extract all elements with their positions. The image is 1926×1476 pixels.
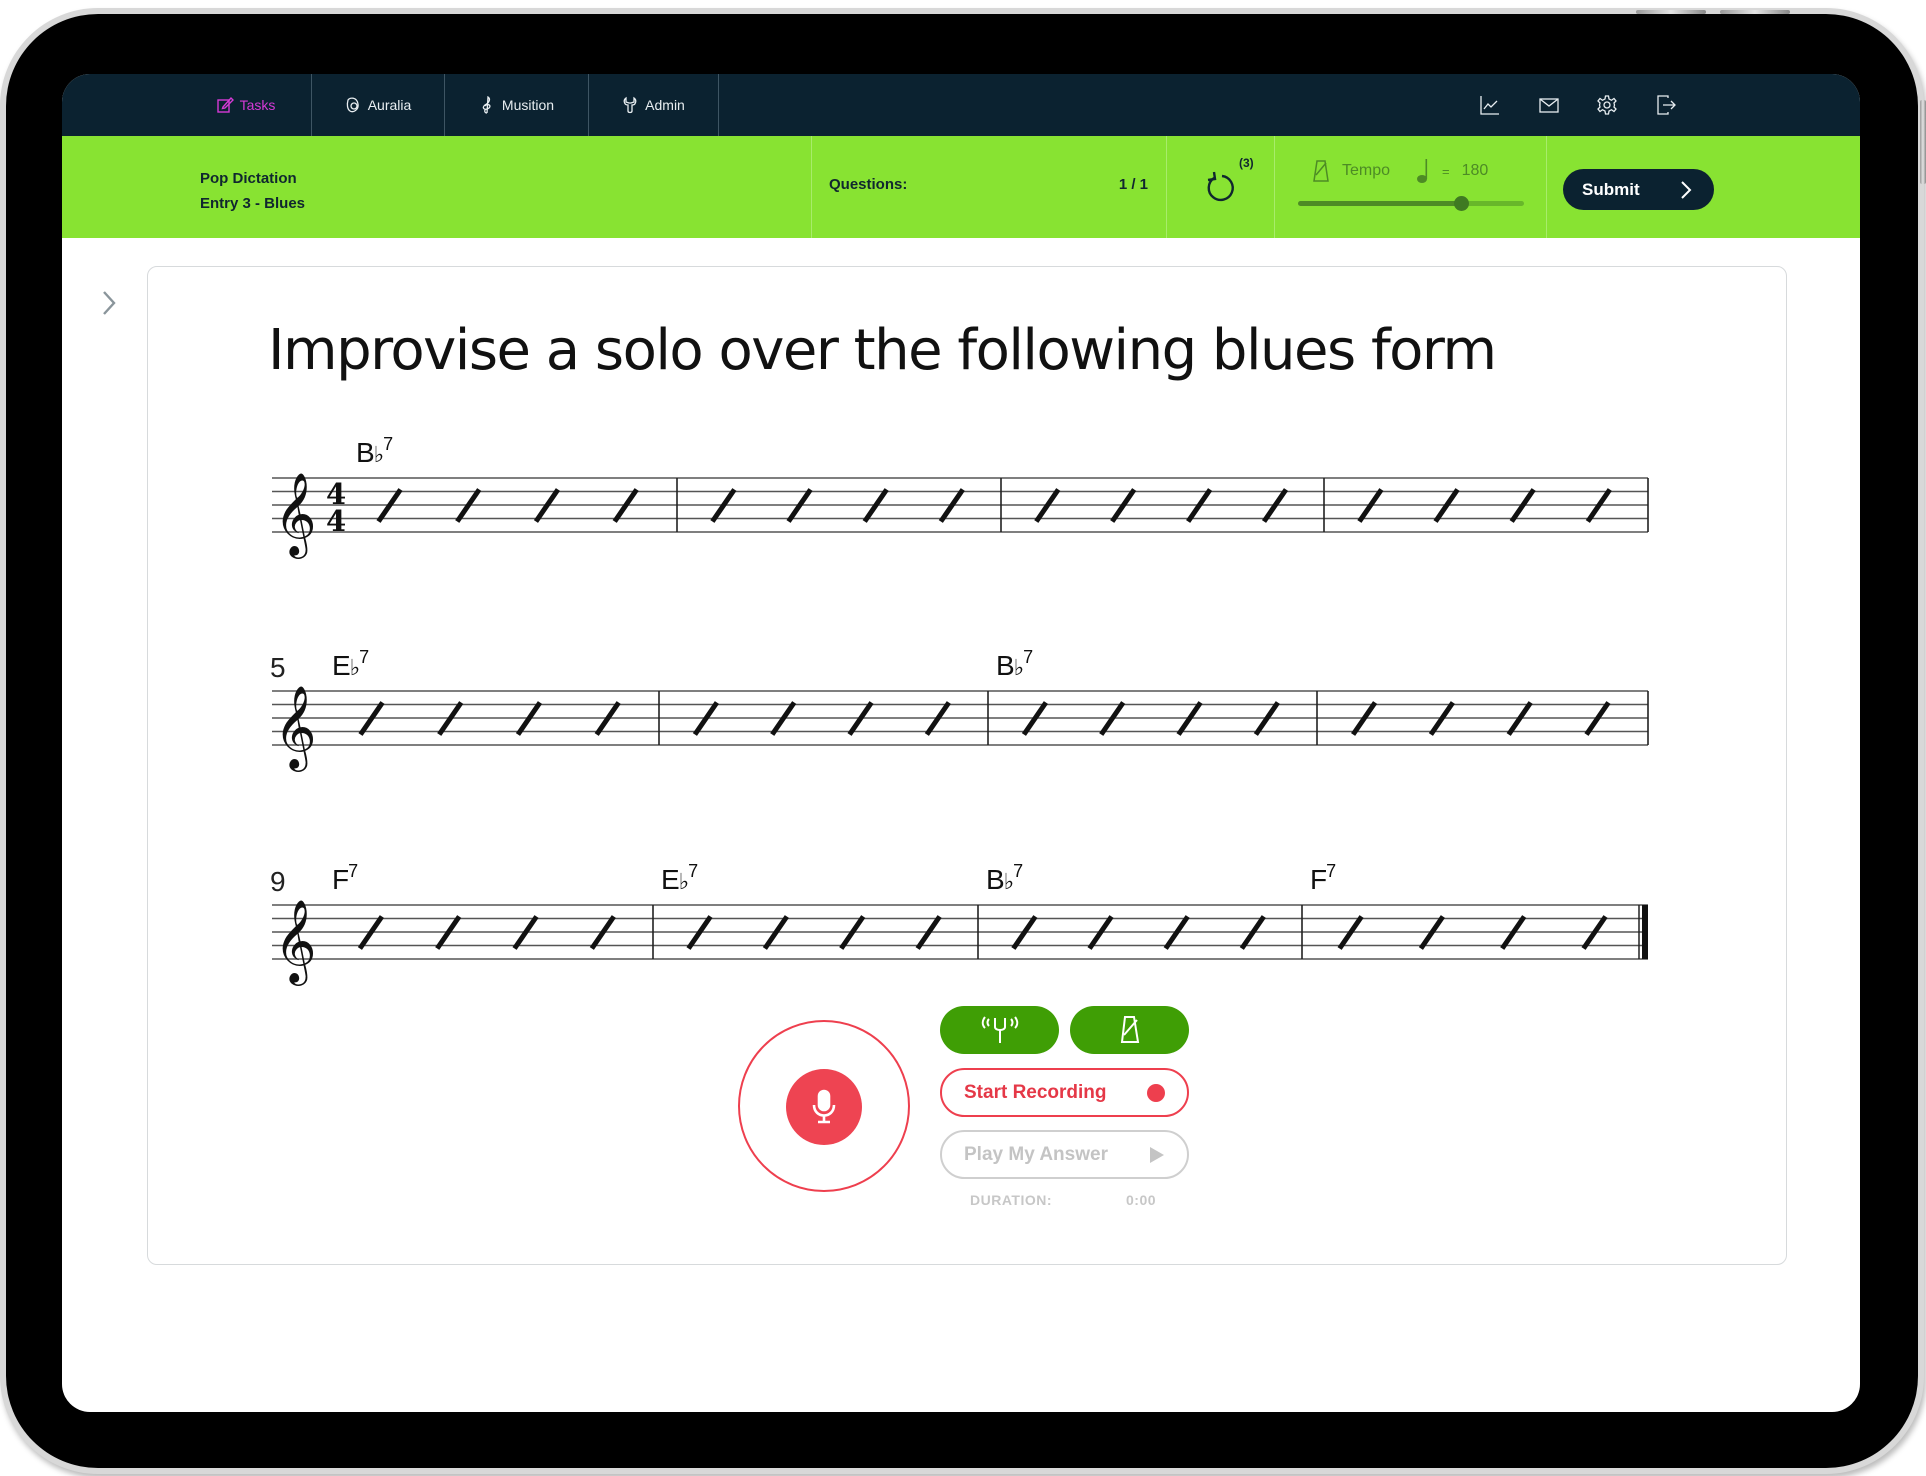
- device-button: [1636, 10, 1706, 14]
- microphone-icon: [812, 1089, 836, 1124]
- chord-symbol: E♭7: [661, 861, 698, 895]
- treble-clef: 𝄞: [274, 898, 317, 986]
- play-icon: [1150, 1146, 1164, 1163]
- start-recording-button[interactable]: Start Recording: [940, 1068, 1189, 1117]
- play-answer-label: Play My Answer: [964, 1143, 1108, 1165]
- treble-clef: 𝄞: [274, 684, 317, 772]
- microphone-button[interactable]: [786, 1069, 862, 1145]
- chord-symbol: B♭7: [356, 434, 393, 468]
- chord-symbol: B♭7: [986, 861, 1023, 895]
- device-button: [1720, 10, 1790, 14]
- tuning-fork-button[interactable]: [940, 1006, 1059, 1054]
- treble-clef: 𝄞: [274, 471, 317, 559]
- lead-sheet: 𝄞 44B♭7𝄞5 E♭7 B♭7𝄞9 F7 E♭7 B♭7 F7: [270, 434, 1649, 986]
- start-recording-label: Start Recording: [964, 1081, 1107, 1103]
- play-answer-button[interactable]: Play My Answer: [940, 1130, 1189, 1179]
- chord-symbol: B♭7: [996, 647, 1033, 681]
- time-signature-bottom: 4: [326, 504, 346, 538]
- measure-number: 5: [270, 652, 286, 683]
- metronome-icon: [1120, 1016, 1139, 1043]
- final-barline-thick: [1642, 905, 1648, 959]
- chord-symbol: E♭7: [332, 647, 369, 681]
- chord-symbol: F7: [332, 861, 358, 895]
- chord-symbol: F7: [1310, 861, 1336, 895]
- duration-label: DURATION:: [970, 1192, 1053, 1208]
- duration-value: 0:00: [1126, 1192, 1157, 1208]
- app-screen: Tasks Auralia Musition Admin Pop Dictati…: [62, 74, 1860, 1412]
- metronome-button[interactable]: [1070, 1006, 1189, 1054]
- measure-number: 9: [270, 866, 286, 897]
- device-button: [1920, 100, 1926, 184]
- tuning-fork-icon: [981, 1016, 1018, 1043]
- record-dot-icon: [1147, 1083, 1165, 1102]
